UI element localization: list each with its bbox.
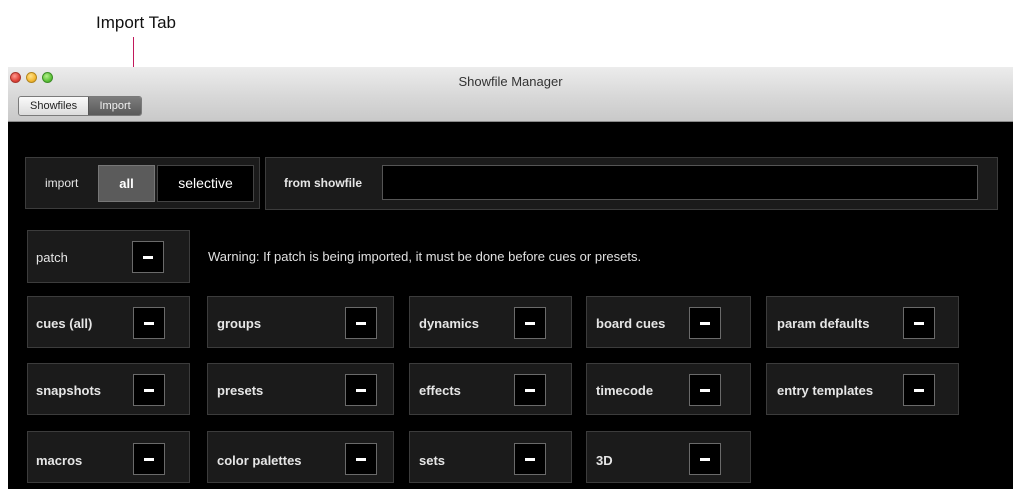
color-palettes-toggle[interactable] — [345, 443, 377, 475]
cues-all-toggle[interactable] — [133, 307, 165, 339]
mode-all-button[interactable]: all — [98, 165, 155, 202]
groups-toggle[interactable] — [345, 307, 377, 339]
from-showfile-panel: from showfile — [265, 157, 998, 210]
3d-toggle[interactable] — [689, 443, 721, 475]
option-patch: patch — [27, 230, 190, 283]
option-label: groups — [217, 316, 262, 331]
option-label: dynamics — [419, 316, 479, 331]
option-sets: sets — [409, 431, 572, 483]
effects-toggle[interactable] — [514, 374, 546, 406]
option-label: cues (all) — [36, 316, 93, 331]
from-showfile-label: from showfile — [284, 176, 363, 190]
presets-toggle[interactable] — [345, 374, 377, 406]
patch-toggle[interactable] — [132, 241, 164, 273]
option-label: macros — [36, 453, 83, 468]
option-label: timecode — [596, 383, 654, 398]
tab-import[interactable]: Import — [88, 97, 142, 115]
option-cues-all: cues (all) — [27, 296, 190, 348]
snapshots-toggle[interactable] — [133, 374, 165, 406]
window-title: Showfile Manager — [458, 74, 563, 89]
option-snapshots: snapshots — [27, 363, 190, 415]
option-3d: 3D — [586, 431, 751, 483]
import-label: import — [45, 176, 79, 190]
entry-templates-toggle[interactable] — [903, 374, 935, 406]
option-label: param defaults — [777, 316, 870, 331]
option-label: sets — [419, 453, 446, 468]
mode-selective-button[interactable]: selective — [157, 165, 254, 202]
option-macros: macros — [27, 431, 190, 483]
param-defaults-toggle[interactable] — [903, 307, 935, 339]
option-label: board cues — [596, 316, 666, 331]
option-effects: effects — [409, 363, 572, 415]
patch-warning: Warning: If patch is being imported, it … — [208, 249, 642, 264]
option-timecode: timecode — [586, 363, 751, 415]
option-label: patch — [36, 250, 68, 265]
option-color-palettes: color palettes — [207, 431, 394, 483]
title-bar: Showfile Manager Showfiles Import — [8, 67, 1013, 122]
sets-toggle[interactable] — [514, 443, 546, 475]
import-mode-panel: import all selective — [25, 157, 260, 209]
tab-bar: Showfiles Import — [18, 96, 143, 116]
tab-showfiles[interactable]: Showfiles — [19, 97, 89, 115]
dynamics-toggle[interactable] — [514, 307, 546, 339]
option-label: effects — [419, 383, 461, 398]
board-cues-toggle[interactable] — [689, 307, 721, 339]
import-tab-callout: Import Tab — [96, 13, 177, 32]
timecode-toggle[interactable] — [689, 374, 721, 406]
option-param-defaults: param defaults — [766, 296, 959, 348]
option-board-cues: board cues — [586, 296, 751, 348]
option-entry-templates: entry templates — [766, 363, 959, 415]
option-dynamics: dynamics — [409, 296, 572, 348]
option-label: color palettes — [217, 453, 302, 468]
option-presets: presets — [207, 363, 394, 415]
from-showfile-input[interactable] — [382, 165, 978, 200]
option-groups: groups — [207, 296, 394, 348]
option-label: snapshots — [36, 383, 102, 398]
option-label: entry templates — [777, 383, 874, 398]
option-label: 3D — [596, 453, 613, 468]
option-label: presets — [217, 383, 264, 398]
macros-toggle[interactable] — [133, 443, 165, 475]
showfile-manager-window: Showfile Manager Showfiles Import import… — [8, 67, 1013, 489]
